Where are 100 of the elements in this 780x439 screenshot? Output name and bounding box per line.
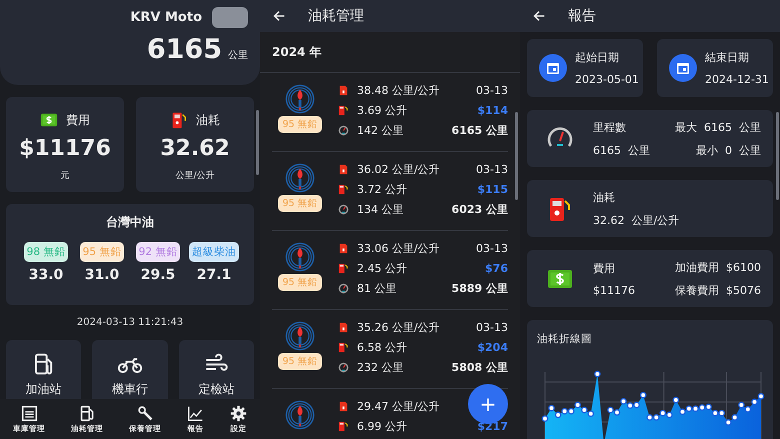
data-point — [542, 415, 548, 422]
efficiency-text: 33.06 公里/公升 — [357, 241, 440, 256]
card-label: 油耗 — [593, 190, 616, 204]
date-text: 03-13 — [476, 321, 508, 334]
card-label: 里程數 — [593, 120, 627, 134]
card-value: $11176 — [593, 284, 635, 296]
stat-value: 32.62 — [160, 136, 230, 161]
efficiency-text: 38.48 公里/公升 — [357, 83, 440, 98]
stat-value: $11176 — [19, 136, 111, 161]
scrollbar[interactable] — [515, 112, 518, 200]
torch-logo-icon — [285, 84, 315, 114]
shortcut-tile[interactable]: 機車行 — [92, 340, 168, 399]
update-timestamp: 2024-03-13 11:21:43 — [76, 317, 184, 328]
date-text: 03-13 — [476, 84, 508, 97]
odometer-text: 5889 公里 — [452, 282, 508, 295]
data-point — [594, 370, 601, 378]
date-card[interactable]: 起始日期 2023-05-01 — [527, 39, 643, 97]
efficiency-text: 35.26 公里/公升 — [357, 320, 440, 335]
fuel-can-icon — [338, 243, 349, 254]
fuel-grade-tag: 95 無鉛 — [278, 274, 322, 291]
gauge-icon — [338, 204, 349, 215]
volume-text: 3.72 公升 — [357, 182, 407, 197]
screen-title: 報告 — [568, 7, 596, 25]
distance-text: 134 公里 — [357, 202, 404, 217]
cost-text: $115 — [477, 183, 508, 196]
fuel-price: 33.0 — [28, 267, 64, 283]
volume-text: 2.45 公升 — [357, 261, 407, 276]
cost-text: $204 — [477, 341, 508, 354]
fuel-can-icon — [338, 85, 349, 96]
gauge-icon — [338, 283, 349, 294]
date-label: 起始日期 — [575, 50, 620, 65]
scrollbar[interactable] — [256, 110, 259, 175]
detail-text: 保養費用 $5076 — [675, 282, 761, 298]
distance-text: 142 公里 — [357, 123, 404, 138]
date-label: 結束日期 — [705, 50, 750, 65]
detail-text: 加油費用 $6100 — [675, 260, 761, 274]
date-value: 2023-05-01 — [575, 73, 639, 86]
chart-title: 油耗折線圖 — [537, 332, 593, 346]
torch-logo-icon — [285, 400, 315, 430]
distance-text: 232 公里 — [357, 360, 404, 375]
date-text: 03-13 — [476, 242, 508, 255]
data-point — [640, 392, 646, 398]
settings-icon — [230, 404, 247, 422]
card-value: 6165 公里 — [593, 142, 650, 158]
date-text: 03-13 — [476, 163, 508, 176]
gauge-icon — [338, 362, 349, 373]
card-label: 費用 — [593, 260, 616, 276]
odometer-text: 5808 公里 — [452, 361, 508, 374]
volume-text: 3.69 公升 — [357, 103, 407, 118]
fuel-can-icon — [338, 322, 349, 333]
fuel-grade-tag: 92 無鉛 — [136, 242, 180, 262]
odometer-text: 6165 公里 — [452, 124, 508, 137]
fuel-price: 29.5 — [140, 267, 176, 283]
gauge-icon — [338, 125, 349, 136]
efficiency-text: 29.47 公里/公升 — [357, 399, 440, 414]
detail-text: 最大 6165 公里 — [675, 120, 761, 134]
fuel-grade-tag: 95 無鉛 — [278, 353, 322, 370]
fuel-can-icon — [338, 401, 349, 412]
calendar-icon — [669, 54, 697, 82]
vehicle-name: KRV Moto — [130, 10, 202, 25]
torch-logo-icon — [285, 163, 315, 193]
date-value: 2024-12-31 — [705, 73, 769, 86]
stat-unit: 元 — [60, 170, 70, 182]
fuel-grade-tag: 98 無鉛 — [24, 242, 68, 262]
card-title: 台灣中油 — [106, 214, 154, 231]
efficiency-text: 36.02 公里/公升 — [357, 162, 440, 177]
dollar-icon — [40, 111, 58, 129]
screen-title: 油耗管理 — [308, 7, 364, 25]
year-heading: 2024 年 — [272, 44, 322, 60]
stat-label: 油耗 — [196, 112, 220, 128]
odometer-reading: 6165 — [146, 34, 222, 65]
fuel-pump-icon — [338, 263, 349, 274]
back-arrow-icon — [532, 9, 546, 23]
stat-label: 費用 — [66, 112, 90, 128]
shortcut-tile[interactable]: 定檢站 — [178, 340, 254, 399]
card-value: 32.62 公里/公升 — [593, 212, 680, 228]
line-chart-icon — [187, 404, 204, 422]
fuel-pump-icon — [338, 421, 349, 432]
torch-logo-icon — [285, 242, 315, 272]
fuel-price: 31.0 — [84, 267, 120, 283]
photo-placeholder — [212, 7, 248, 28]
fuel-pump-icon — [170, 111, 188, 129]
shortcut-tile[interactable]: 加油站 — [6, 340, 82, 399]
cost-text: $76 — [485, 262, 508, 275]
fuel-grade-tag: 95 無鉛 — [80, 242, 124, 262]
odometer-unit: 公里 — [228, 49, 248, 62]
fuel-pump-icon — [338, 342, 349, 353]
data-point — [672, 396, 680, 404]
odometer-text: 6023 公里 — [452, 203, 508, 216]
volume-text: 6.99 公升 — [357, 419, 407, 434]
volume-text: 6.58 公升 — [357, 340, 407, 355]
back-arrow-icon — [272, 9, 286, 23]
fuel-grade-tag: 95 無鉛 — [278, 195, 322, 212]
fuel-grade-tag: 超級柴油 — [189, 242, 239, 262]
scrollbar[interactable] — [776, 112, 779, 200]
date-card[interactable]: 結束日期 2024-12-31 — [657, 39, 773, 97]
fuel-price: 27.1 — [196, 267, 232, 283]
fuel-pump-icon — [78, 404, 96, 422]
distance-text: 81 公里 — [357, 281, 396, 296]
fuel-pump-icon — [338, 184, 349, 195]
